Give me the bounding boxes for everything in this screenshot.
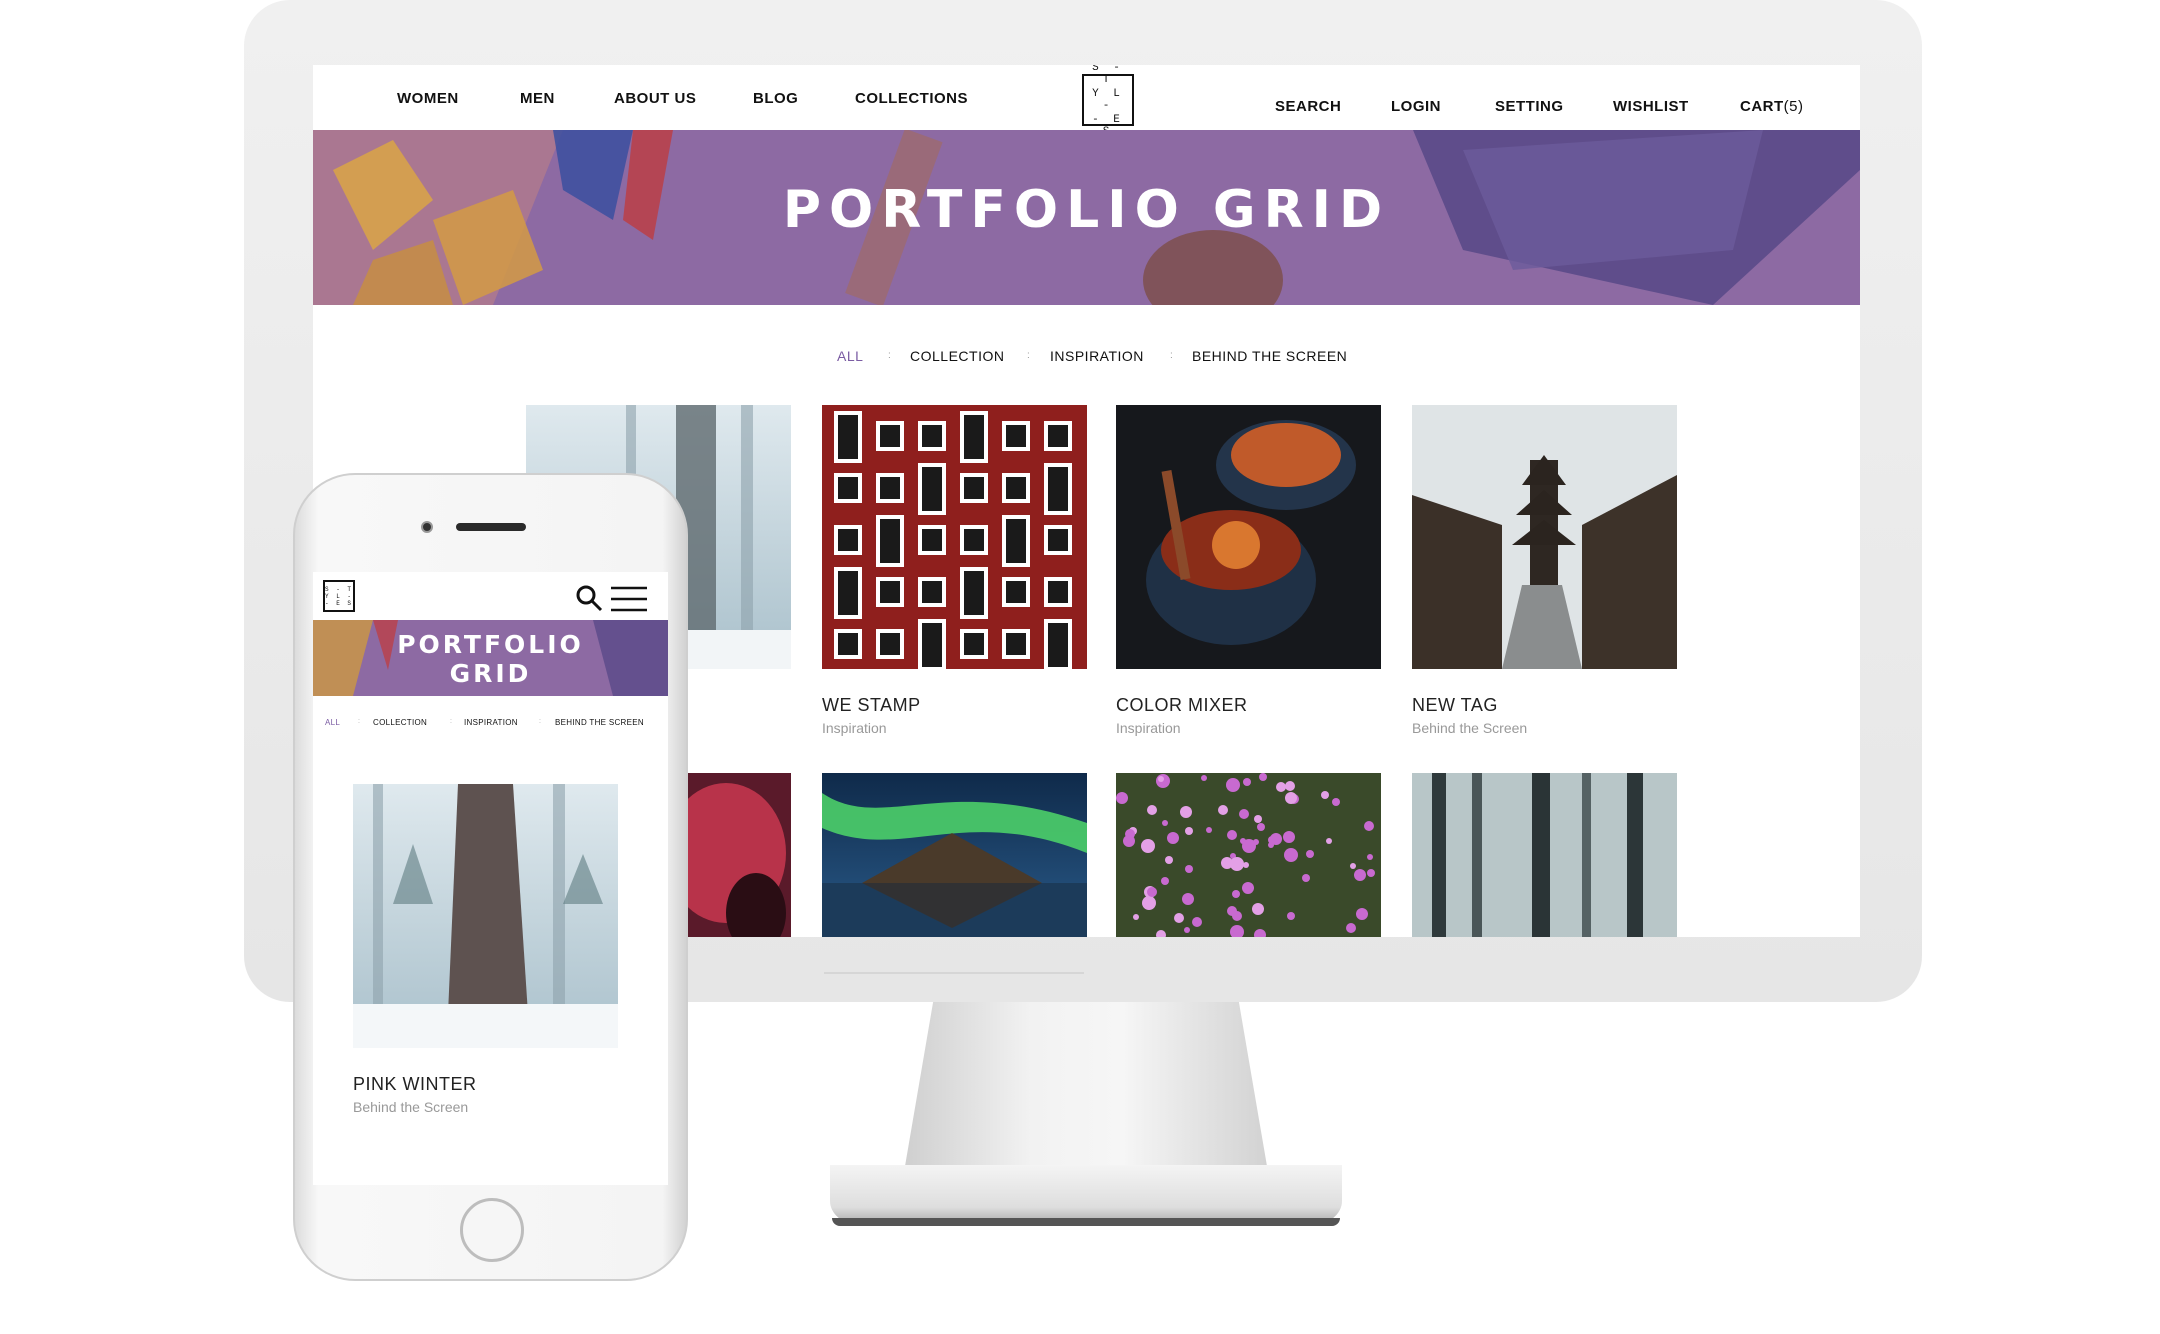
filter-collection[interactable]: COLLECTION — [910, 348, 1004, 364]
mobile-hero-title-line-2: GRID — [449, 659, 532, 688]
nav-women[interactable]: WOMEN — [397, 90, 459, 107]
nav-blog[interactable]: BLOG — [753, 90, 798, 107]
mobile-filter-separator: : — [539, 718, 541, 725]
monitor-stand-base — [830, 1165, 1342, 1225]
nav-men[interactable]: MEN — [520, 90, 555, 107]
mobile-item-title[interactable]: PINK WINTER — [353, 1074, 477, 1095]
nav-about-us[interactable]: ABOUT US — [614, 90, 696, 107]
mobile-logo-line-3: - E S — [325, 599, 354, 607]
logo-line-1: S - T — [1092, 65, 1124, 86]
portfolio-image-we-stamp[interactable] — [822, 405, 1087, 669]
filter-separator: : — [888, 350, 891, 361]
nav-search[interactable]: SEARCH — [1275, 98, 1341, 115]
caption-sub-we-stamp: Inspiration — [822, 720, 887, 736]
portfolio-image-flowers[interactable] — [1116, 773, 1381, 937]
hamburger-menu-icon[interactable] — [611, 586, 647, 612]
desktop-navbar: WOMEN MEN ABOUT US BLOG COLLECTIONS S - … — [313, 65, 1860, 138]
mulled-drink-image — [1116, 405, 1381, 669]
portfolio-image-misty-forest[interactable] — [1412, 773, 1677, 937]
mobile-hero-banner: PORTFOLIO GRID — [313, 620, 668, 696]
mobile-filter-all[interactable]: ALL — [325, 718, 340, 727]
nav-cart[interactable]: CART(5) — [1740, 98, 1804, 115]
front-camera — [421, 521, 433, 533]
pagoda-street-image — [1412, 405, 1677, 669]
home-button[interactable] — [460, 1198, 524, 1262]
iphone-device: S - T Y L - - E S PORTFOLIO GRID ALL : CO… — [293, 473, 688, 1281]
mobile-screen: S - T Y L - - E S PORTFOLIO GRID ALL : CO… — [313, 572, 668, 1185]
filter-behind-the-screen[interactable]: BEHIND THE SCREEN — [1192, 348, 1347, 364]
nav-login[interactable]: LOGIN — [1391, 98, 1441, 115]
hero-banner: PORTFOLIO GRID — [313, 130, 1860, 305]
portfolio-image-aurora[interactable] — [822, 773, 1087, 937]
mobile-filter-collection[interactable]: COLLECTION — [373, 718, 427, 727]
monitor-chin-line — [824, 972, 1084, 974]
cart-count: (5) — [1783, 98, 1804, 115]
mobile-filter-separator: : — [358, 718, 360, 725]
earpiece-speaker — [456, 523, 526, 531]
mobile-logo[interactable]: S - T Y L - - E S — [323, 580, 355, 612]
caption-title-color-mixer[interactable]: COLOR MIXER — [1116, 695, 1248, 716]
misty-forest-image — [1412, 773, 1677, 937]
nav-setting[interactable]: SETTING — [1495, 98, 1564, 115]
filter-inspiration[interactable]: INSPIRATION — [1050, 348, 1144, 364]
nav-wishlist[interactable]: WISHLIST — [1613, 98, 1689, 115]
mobile-portfolio-image[interactable] — [353, 784, 618, 1048]
aurora-mountain-image — [822, 773, 1087, 937]
filter-all[interactable]: ALL — [837, 348, 863, 364]
logo-line-2: Y L - — [1092, 88, 1124, 112]
mobile-hero-title-line-1: PORTFOLIO — [397, 630, 584, 659]
mobile-winter-forest-image — [353, 784, 618, 1048]
portfolio-image-color-mixer[interactable] — [1116, 405, 1381, 669]
portfolio-image-new-tag[interactable] — [1412, 405, 1677, 669]
mobile-item-subtitle: Behind the Screen — [353, 1099, 469, 1115]
red-building-image — [822, 405, 1087, 669]
mobile-logo-line-2: Y L - — [325, 592, 354, 600]
caption-title-new-tag[interactable]: NEW TAG — [1412, 695, 1498, 716]
search-icon[interactable] — [575, 584, 603, 612]
mobile-filter-behind-the-screen[interactable]: BEHIND THE SCREEN — [555, 718, 644, 727]
filter-separator: : — [1170, 350, 1173, 361]
mobile-hero-title: PORTFOLIO GRID — [313, 630, 668, 688]
filter-separator: : — [1027, 350, 1030, 361]
mobile-logo-line-1: S - T — [325, 585, 354, 593]
caption-title-we-stamp[interactable]: WE STAMP — [822, 695, 921, 716]
cart-label: CART — [1740, 98, 1784, 115]
hero-title: PORTFOLIO GRID — [782, 180, 1391, 240]
nav-collections[interactable]: COLLECTIONS — [855, 90, 968, 107]
monitor-stand — [904, 1002, 1268, 1172]
caption-sub-new-tag: Behind the Screen — [1412, 720, 1528, 736]
site-logo[interactable]: S - T Y L - - E S — [1082, 65, 1134, 138]
pink-flowers-image — [1116, 773, 1381, 937]
monitor-stand-shadow — [832, 1218, 1340, 1226]
mobile-filter-inspiration[interactable]: INSPIRATION — [464, 718, 518, 727]
mobile-filter-separator: : — [450, 718, 452, 725]
caption-sub-color-mixer: Inspiration — [1116, 720, 1181, 736]
